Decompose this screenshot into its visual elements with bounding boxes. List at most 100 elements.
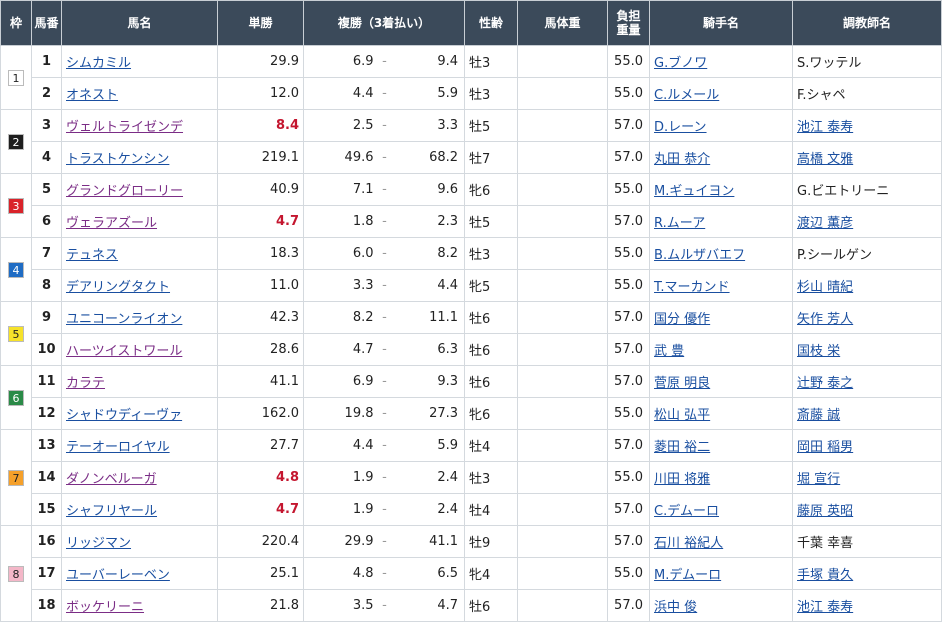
horse-number: 10	[31, 333, 62, 366]
trainer-link[interactable]: 高橋 文雅	[797, 152, 853, 167]
win-odds: 4.7	[217, 205, 304, 238]
horse-name-link[interactable]: ダノンベルーガ	[66, 472, 157, 487]
trainer-link[interactable]: 手塚 貴久	[797, 568, 853, 583]
horse-name-cell: シャフリヤール	[61, 493, 218, 526]
jockey-link[interactable]: 松山 弘平	[654, 408, 710, 423]
trainer-link[interactable]: 藤原 英昭	[797, 504, 853, 519]
horse-name-link[interactable]: ヴェラアズール	[66, 216, 157, 231]
horse-name-link[interactable]: シャドウディーヴァ	[66, 408, 182, 423]
jockey-link[interactable]: 菅原 明良	[654, 376, 710, 391]
horse-weight	[517, 301, 609, 334]
jockey-link[interactable]: M.デムーロ	[654, 568, 721, 583]
jockey-link[interactable]: 丸田 恭介	[654, 152, 710, 167]
jockey-link[interactable]: T.マーカンド	[654, 280, 730, 295]
horse-weight	[517, 525, 609, 558]
win-odds: 41.1	[217, 365, 304, 398]
jockey-cell: 武 豊	[649, 333, 794, 366]
horse-name-link[interactable]: ユニコーンライオン	[66, 312, 182, 327]
trainer-link[interactable]: 渡辺 薫彦	[797, 216, 853, 231]
horse-number: 7	[31, 237, 62, 270]
frame-badge: 4	[8, 261, 24, 278]
horse-name-link[interactable]: テュネス	[66, 248, 118, 263]
trainer-link[interactable]: 辻野 泰之	[797, 376, 853, 391]
win-odds: 4.8	[217, 461, 304, 494]
horse-name-link[interactable]: オネスト	[66, 88, 118, 103]
jockey-link[interactable]: R.ムーア	[654, 216, 705, 231]
frame-cell: 8	[0, 525, 32, 622]
jockey-link[interactable]: 武 豊	[654, 344, 684, 359]
trainer-link[interactable]: 矢作 芳人	[797, 312, 853, 327]
table-row: 3 5 グランドグローリー 40.9 7.1-9.6 牝6 55.0 M.ギュイヨン G.ビエト…	[0, 173, 943, 238]
place-odds-separator: -	[379, 77, 390, 110]
trainer-link[interactable]: 杉山 晴紀	[797, 280, 853, 295]
place-odds-separator: -	[379, 237, 390, 270]
horse-name-link[interactable]: シムカミル	[66, 56, 131, 71]
sex-age: 牝6	[464, 397, 519, 430]
place-odds-separator: -	[379, 461, 390, 494]
horse-name-link[interactable]: シャフリヤール	[66, 504, 157, 519]
jockey-link[interactable]: D.レーン	[654, 120, 707, 135]
horse-name-link[interactable]: デアリングタクト	[66, 280, 170, 295]
frame-cell: 6	[0, 365, 32, 430]
horse-name-link[interactable]: グランドグローリー	[66, 184, 183, 199]
win-odds: 12.0	[217, 77, 304, 110]
place-odds-min: 4.4	[303, 77, 380, 110]
horse-name-cell: リッジマン	[61, 525, 218, 558]
jockey-link[interactable]: M.ギュイヨン	[654, 184, 734, 199]
horse-name-link[interactable]: ボッケリーニ	[66, 600, 144, 615]
jockey-link[interactable]: 石川 裕紀人	[654, 536, 723, 551]
trainer-link[interactable]: 国枝 栄	[797, 344, 840, 359]
table-row: 15 シャフリヤール 4.7 1.9-2.4 牡4 57.0 C.デムーロ 藤原 英昭	[1, 493, 943, 526]
place-odds-min: 49.6	[303, 141, 380, 174]
jockey-link[interactable]: B.ムルザバエフ	[654, 248, 745, 263]
trainer-cell: 岡田 稲男	[792, 429, 943, 462]
horse-name-link[interactable]: ヴェルトライゼンデ	[66, 120, 183, 135]
horse-name-link[interactable]: ユーバーレーベン	[66, 568, 170, 583]
horse-weight	[517, 109, 609, 142]
header-weight: 馬体重	[517, 0, 609, 46]
horse-number: 13	[31, 429, 62, 462]
burden-weight: 57.0	[607, 493, 651, 526]
sex-age: 牡6	[464, 301, 519, 334]
trainer-link[interactable]: 斎藤 誠	[797, 408, 840, 423]
horse-name-link[interactable]: トラストケンシン	[66, 152, 169, 167]
jockey-link[interactable]: C.ルメール	[654, 88, 719, 103]
header-row: 枠 馬番 馬名 単勝 複勝（3着払い） 性齢 馬体重 負担重量 騎手名 調教師名	[0, 0, 943, 46]
trainer-link[interactable]: 岡田 稲男	[797, 440, 853, 455]
horse-name-link[interactable]: リッジマン	[66, 536, 131, 551]
horse-name-cell: ヴェラアズール	[61, 205, 218, 238]
place-odds-max: 4.7	[389, 589, 466, 622]
jockey-link[interactable]: 菱田 裕二	[654, 440, 710, 455]
place-odds-max: 5.9	[389, 429, 466, 462]
jockey-link[interactable]: G.ブノワ	[654, 56, 707, 71]
horse-name-link[interactable]: カラテ	[66, 376, 105, 391]
place-odds-min: 3.5	[303, 589, 380, 622]
horse-number: 11	[31, 365, 62, 398]
trainer-cell: 池江 泰寿	[792, 589, 943, 622]
jockey-link[interactable]: C.デムーロ	[654, 504, 719, 519]
horse-name-link[interactable]: テーオーロイヤル	[66, 440, 170, 455]
jockey-cell: G.ブノワ	[649, 45, 794, 78]
horse-name-link[interactable]: ハーツイストワール	[66, 344, 182, 359]
jockey-link[interactable]: 浜中 俊	[654, 600, 697, 615]
place-odds-max: 3.3	[389, 109, 466, 142]
horse-weight	[517, 173, 609, 206]
jockey-cell: T.マーカンド	[649, 269, 794, 302]
trainer-link[interactable]: 池江 泰寿	[797, 120, 853, 135]
horse-weight	[517, 237, 609, 270]
place-odds-min: 2.5	[303, 109, 380, 142]
header-trainer: 調教師名	[792, 0, 943, 46]
place-odds-max: 6.3	[389, 333, 466, 366]
jockey-link[interactable]: 国分 優作	[654, 312, 710, 327]
trainer-cell: 矢作 芳人	[792, 301, 943, 334]
horse-number: 15	[31, 493, 62, 526]
jockey-cell: 国分 優作	[649, 301, 794, 334]
trainer-cell: 藤原 英昭	[792, 493, 943, 526]
place-odds-min: 3.3	[303, 269, 380, 302]
trainer-link[interactable]: 池江 泰寿	[797, 600, 853, 615]
jockey-link[interactable]: 川田 将雅	[654, 472, 710, 487]
trainer-cell: 手塚 貴久	[792, 557, 943, 590]
table-row: 2 3 ヴェルトライゼンデ 8.4 2.5-3.3 牡5 57.0 D.レーン 池江 泰寿	[0, 109, 943, 174]
jockey-cell: C.デムーロ	[649, 493, 794, 526]
trainer-link[interactable]: 堀 宣行	[797, 472, 840, 487]
